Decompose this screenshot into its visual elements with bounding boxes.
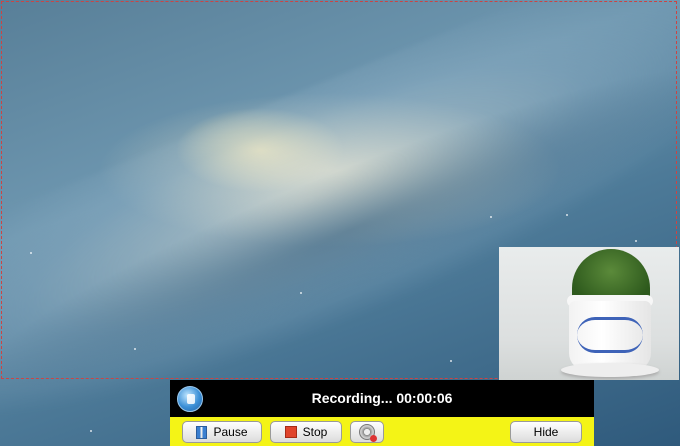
pause-icon — [196, 425, 208, 439]
recorder-toolbar: Recording... 00:00:06 Pause Stop Hide — [170, 380, 594, 446]
pot-pattern — [577, 317, 643, 353]
webcam-toggle-button[interactable] — [350, 421, 384, 443]
pause-button[interactable]: Pause — [182, 421, 262, 443]
star — [90, 430, 92, 432]
webcam-preview[interactable] — [499, 247, 679, 380]
stop-icon — [284, 426, 297, 438]
stop-button[interactable]: Stop — [270, 421, 342, 443]
pot-saucer — [561, 363, 659, 377]
recording-status: Recording... 00:00:06 — [311, 390, 453, 406]
webcam-toggle-icon — [359, 424, 377, 442]
hide-button-label: Hide — [533, 425, 559, 439]
pause-button-label: Pause — [213, 425, 248, 439]
hide-button[interactable]: Hide — [510, 421, 582, 443]
desktop-wallpaper: Recording... 00:00:06 Pause Stop Hide — [0, 0, 680, 446]
stop-button-label: Stop — [302, 425, 328, 439]
controls-bar: Pause Stop Hide — [170, 417, 594, 446]
status-bar: Recording... 00:00:06 — [170, 380, 594, 417]
